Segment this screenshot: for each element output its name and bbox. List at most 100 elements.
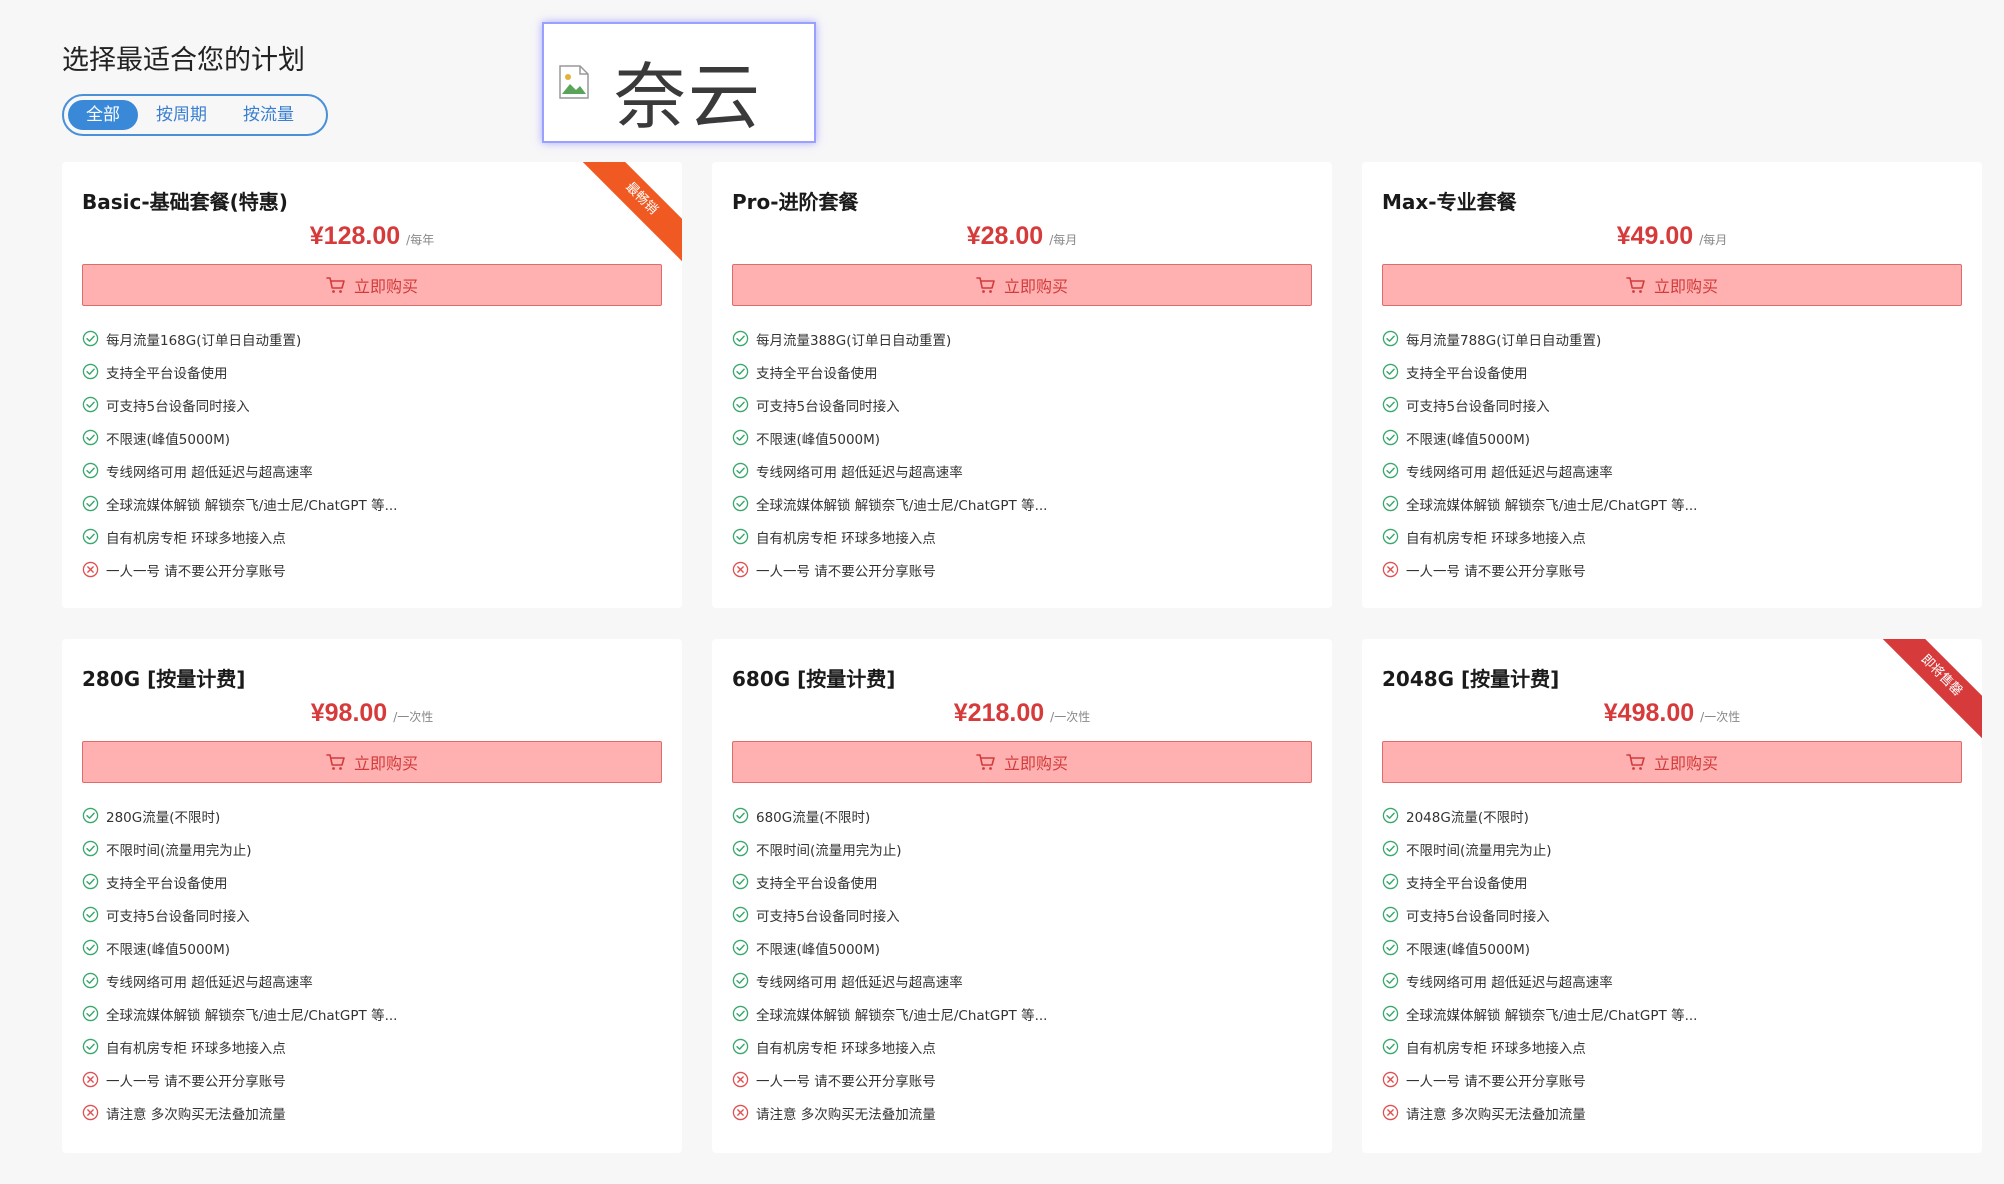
ribbon: 即将售罄 (1872, 639, 1982, 749)
plan-name: 280G [按量计费] (82, 667, 246, 691)
feature-item: 一人一号 请不要公开分享账号 (1382, 553, 1962, 586)
feature-text: 680G流量(不限时) (756, 809, 871, 826)
plan-card: Max-专业套餐 ¥49.00/每月 立即购买 每月流量788G(订单日自动重置) 支持… (1362, 162, 1982, 608)
check-circle-icon (732, 330, 749, 347)
price-row: ¥28.00/每月 (712, 222, 1332, 251)
cart-icon (326, 753, 346, 771)
feature-item: 680G流量(不限时) (732, 799, 1312, 832)
check-circle-icon (1382, 906, 1399, 923)
check-circle-icon (82, 330, 99, 347)
tab-all[interactable]: 全部 (68, 100, 138, 130)
feature-item: 自有机房专柜 环球多地接入点 (732, 1030, 1312, 1063)
cross-circle-icon (82, 1071, 99, 1088)
check-circle-icon (732, 528, 749, 545)
cross-circle-icon (732, 561, 749, 578)
feature-text: 不限时间(流量用完为止) (1406, 842, 1552, 859)
feature-item: 一人一号 请不要公开分享账号 (732, 553, 1312, 586)
feature-text: 2048G流量(不限时) (1406, 809, 1529, 826)
check-circle-icon (82, 429, 99, 446)
check-circle-icon (1382, 807, 1399, 824)
feature-text: 不限时间(流量用完为止) (756, 842, 902, 859)
buy-button-label: 立即购买 (353, 754, 418, 773)
feature-text: 请注意 多次购买无法叠加流量 (1406, 1106, 1586, 1123)
check-circle-icon (1382, 429, 1399, 446)
check-circle-icon (1382, 873, 1399, 890)
plan-price: ¥98.00 (310, 699, 388, 727)
cart-icon (976, 276, 996, 294)
check-circle-icon (732, 807, 749, 824)
feature-item: 专线网络可用 超低延迟与超高速率 (732, 454, 1312, 487)
feature-item: 支持全平台设备使用 (732, 355, 1312, 388)
check-circle-icon (82, 396, 99, 413)
feature-item: 不限速(峰值5000M) (732, 931, 1312, 964)
feature-item: 自有机房专柜 环球多地接入点 (732, 520, 1312, 553)
plan-name: Basic-基础套餐(特惠) (82, 190, 288, 214)
check-circle-icon (82, 873, 99, 890)
check-circle-icon (732, 873, 749, 890)
feature-text: 可支持5台设备同时接入 (106, 398, 250, 415)
check-circle-icon (732, 429, 749, 446)
plan-name: Max-专业套餐 (1382, 190, 1517, 214)
plan-price: ¥218.00 (953, 699, 1045, 727)
check-circle-icon (732, 495, 749, 512)
feature-item: 支持全平台设备使用 (1382, 355, 1962, 388)
feature-text: 全球流媒体解锁 解锁奈飞/迪士尼/ChatGPT 等... (1406, 1007, 1698, 1024)
feature-text: 一人一号 请不要公开分享账号 (106, 1073, 286, 1090)
check-circle-icon (732, 1038, 749, 1055)
plan-filter-tabs: 全部 按周期 按流量 (62, 94, 328, 136)
feature-text: 全球流媒体解锁 解锁奈飞/迪士尼/ChatGPT 等... (106, 1007, 398, 1024)
feature-item: 不限速(峰值5000M) (82, 421, 662, 454)
feature-text: 专线网络可用 超低延迟与超高速率 (756, 974, 963, 991)
check-circle-icon (82, 906, 99, 923)
feature-item: 全球流媒体解锁 解锁奈飞/迪士尼/ChatGPT 等... (732, 997, 1312, 1030)
check-circle-icon (732, 1005, 749, 1022)
check-circle-icon (732, 363, 749, 380)
buy-now-button[interactable]: 立即购买 (732, 264, 1312, 306)
feature-item: 不限速(峰值5000M) (732, 421, 1312, 454)
feature-list: 280G流量(不限时) 不限时间(流量用完为止) 支持全平台设备使用 可支持5台设备同… (82, 799, 662, 1129)
buy-button-label: 立即购买 (1003, 754, 1068, 773)
check-circle-icon (82, 840, 99, 857)
buy-button-label: 立即购买 (1653, 277, 1718, 296)
feature-text: 自有机房专柜 环球多地接入点 (756, 530, 936, 547)
buy-now-button[interactable]: 立即购买 (82, 741, 662, 783)
buy-button-label: 立即购买 (1003, 277, 1068, 296)
feature-item: 全球流媒体解锁 解锁奈飞/迪士尼/ChatGPT 等... (1382, 997, 1962, 1030)
buy-now-button[interactable]: 立即购买 (1382, 264, 1962, 306)
feature-text: 每月流量168G(订单日自动重置) (106, 332, 302, 349)
feature-item: 请注意 多次购买无法叠加流量 (1382, 1096, 1962, 1129)
feature-item: 每月流量788G(订单日自动重置) (1382, 322, 1962, 355)
check-circle-icon (1382, 972, 1399, 989)
feature-item: 每月流量388G(订单日自动重置) (732, 322, 1312, 355)
feature-item: 2048G流量(不限时) (1382, 799, 1962, 832)
feature-text: 支持全平台设备使用 (756, 365, 878, 382)
feature-text: 专线网络可用 超低延迟与超高速率 (106, 974, 313, 991)
ribbon-label: 最畅销 (577, 162, 682, 263)
feature-item: 一人一号 请不要公开分享账号 (82, 1063, 662, 1096)
tab-by-period[interactable]: 按周期 (138, 100, 225, 130)
feature-text: 自有机房专柜 环球多地接入点 (1406, 1040, 1586, 1057)
cross-circle-icon (1382, 561, 1399, 578)
tab-by-traffic[interactable]: 按流量 (225, 100, 312, 130)
buy-now-button[interactable]: 立即购买 (732, 741, 1312, 783)
feature-list: 2048G流量(不限时) 不限时间(流量用完为止) 支持全平台设备使用 可支持5台设备… (1382, 799, 1962, 1129)
feature-text: 专线网络可用 超低延迟与超高速率 (1406, 464, 1613, 481)
feature-item: 可支持5台设备同时接入 (82, 388, 662, 421)
feature-item: 专线网络可用 超低延迟与超高速率 (732, 964, 1312, 997)
feature-item: 不限速(峰值5000M) (1382, 421, 1962, 454)
feature-text: 每月流量788G(订单日自动重置) (1406, 332, 1602, 349)
check-circle-icon (1382, 330, 1399, 347)
feature-item: 可支持5台设备同时接入 (82, 898, 662, 931)
check-circle-icon (82, 1005, 99, 1022)
feature-item: 280G流量(不限时) (82, 799, 662, 832)
check-circle-icon (82, 807, 99, 824)
feature-list: 每月流量388G(订单日自动重置) 支持全平台设备使用 可支持5台设备同时接入 不限速… (732, 322, 1312, 586)
plan-period: /每月 (1699, 233, 1728, 247)
check-circle-icon (1382, 1005, 1399, 1022)
feature-text: 全球流媒体解锁 解锁奈飞/迪士尼/ChatGPT 等... (756, 1007, 1048, 1024)
feature-item: 每月流量168G(订单日自动重置) (82, 322, 662, 355)
feature-text: 可支持5台设备同时接入 (106, 908, 250, 925)
page-title: 选择最适合您的计划 (62, 45, 305, 76)
feature-item: 一人一号 请不要公开分享账号 (1382, 1063, 1962, 1096)
feature-text: 不限速(峰值5000M) (756, 941, 881, 958)
